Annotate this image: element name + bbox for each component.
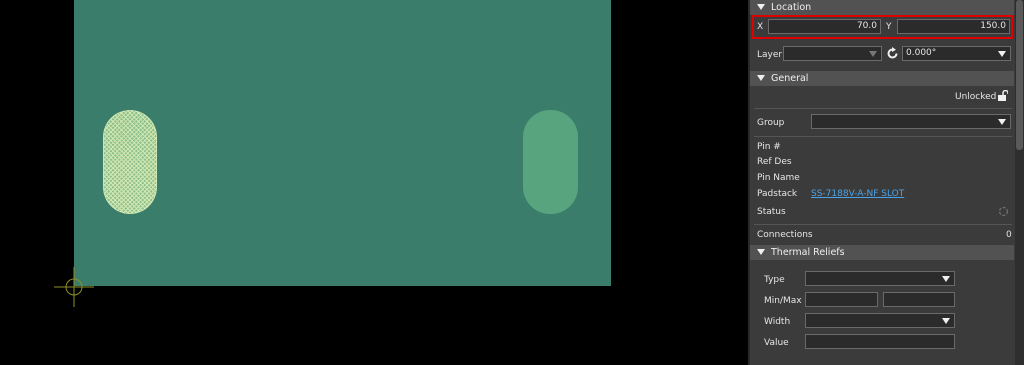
unlock-icon[interactable] xyxy=(997,90,1008,102)
type-label: Type xyxy=(764,275,785,285)
panel-scrollbar[interactable] xyxy=(1015,0,1024,365)
rotation-value: 0.000° xyxy=(906,48,937,58)
selected-slot-pad[interactable] xyxy=(103,110,157,214)
x-coordinate-input[interactable]: 70.0 xyxy=(768,19,881,34)
panel-divider[interactable] xyxy=(748,0,750,365)
padstack-link[interactable]: SS-7188V-A-NF SLOT xyxy=(811,189,904,199)
design-canvas[interactable] xyxy=(0,0,748,365)
crosshair-icon xyxy=(54,267,94,307)
rotation-select[interactable]: 0.000° xyxy=(902,46,1011,61)
layer-select[interactable] xyxy=(783,46,882,61)
minmax-label: Min/Max xyxy=(764,296,802,306)
connections-label: Connections xyxy=(757,230,813,240)
divider xyxy=(754,224,1012,225)
divider xyxy=(754,136,1012,137)
lock-status-label: Unlocked xyxy=(955,92,997,102)
value-label: Value xyxy=(764,338,789,348)
max-input[interactable] xyxy=(883,292,955,307)
chevron-down-icon xyxy=(942,276,950,282)
refresh-icon xyxy=(998,206,1009,217)
y-label: Y xyxy=(886,22,892,32)
pin-name-label: Pin Name xyxy=(757,173,800,183)
chevron-down-icon xyxy=(942,318,950,324)
divider xyxy=(754,108,1012,109)
width-select[interactable] xyxy=(805,313,955,328)
x-label: X xyxy=(757,22,764,32)
type-select[interactable] xyxy=(805,271,955,286)
min-input[interactable] xyxy=(805,292,878,307)
chevron-down-icon xyxy=(998,51,1006,57)
properties-panel: Location X 70.0 Y 150.0 Layer 0.000° Gen… xyxy=(748,0,1024,365)
scrollbar-thumb[interactable] xyxy=(1016,0,1023,150)
general-section-header[interactable]: General xyxy=(750,71,1014,86)
y-coordinate-input[interactable]: 150.0 xyxy=(897,19,1010,34)
collapse-triangle-icon xyxy=(757,249,765,255)
group-label: Group xyxy=(757,118,785,128)
location-section-header[interactable]: Location xyxy=(750,0,1014,15)
collapse-triangle-icon xyxy=(757,4,765,10)
slot-pad[interactable] xyxy=(523,110,578,214)
thermal-section-title: Thermal Reliefs xyxy=(771,247,845,258)
chevron-down-icon xyxy=(869,51,877,57)
status-label: Status xyxy=(757,207,786,217)
connections-value: 0 xyxy=(1006,230,1012,240)
group-select[interactable] xyxy=(811,114,1011,129)
ref-des-label: Ref Des xyxy=(757,157,792,167)
chevron-down-icon xyxy=(998,119,1006,125)
padstack-label: Padstack xyxy=(757,189,798,199)
pin-number-label: Pin # xyxy=(757,142,781,152)
location-section-title: Location xyxy=(771,2,812,13)
thermal-section-header[interactable]: Thermal Reliefs xyxy=(750,245,1014,260)
value-input[interactable] xyxy=(805,334,955,349)
rotate-icon[interactable] xyxy=(886,47,899,60)
width-label: Width xyxy=(764,317,791,327)
collapse-triangle-icon xyxy=(757,75,765,81)
layer-label: Layer xyxy=(757,50,783,60)
general-section-title: General xyxy=(771,73,809,84)
